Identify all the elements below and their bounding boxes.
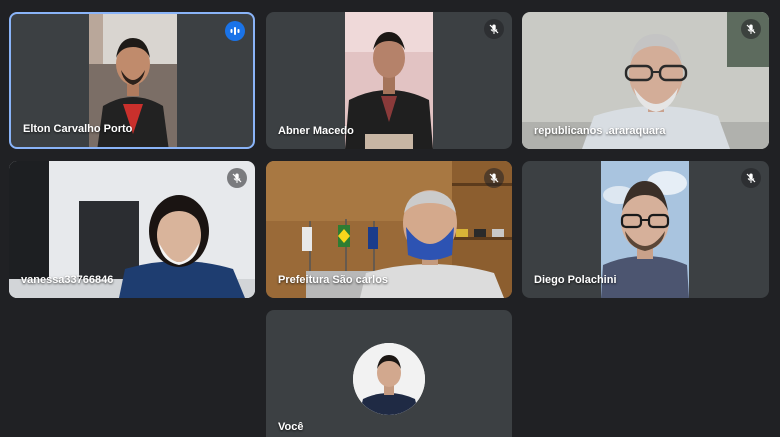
participant-tile-abner[interactable]: Abner Macedo: [266, 12, 512, 149]
participant-name: Você: [278, 421, 304, 433]
participant-tile-republicanos[interactable]: republicanos .araraquara: [522, 12, 769, 149]
participant-name: republicanos .araraquara: [534, 125, 666, 137]
speaking-indicator-icon: [225, 21, 245, 41]
video-feed: [345, 12, 433, 149]
mic-off-icon: [484, 168, 504, 188]
participant-tile-self[interactable]: Você: [266, 310, 512, 437]
participant-tile-prefeitura[interactable]: Prefeitura São carlos: [266, 161, 512, 298]
participant-name: Elton Carvalho Porto: [23, 123, 133, 135]
participant-tile-elton[interactable]: Elton Carvalho Porto: [9, 12, 255, 149]
participant-name: Prefeitura São carlos: [278, 274, 389, 286]
participant-name: vanessa33766846: [21, 274, 114, 286]
mic-off-icon: [741, 19, 761, 39]
mic-off-icon: [741, 168, 761, 188]
participant-name: Diego Polachini: [534, 274, 617, 286]
participant-name: Abner Macedo: [278, 125, 354, 137]
avatar: [353, 343, 425, 415]
mic-off-icon: [227, 168, 247, 188]
mic-off-icon: [484, 19, 504, 39]
participant-tile-diego[interactable]: Diego Polachini: [522, 161, 769, 298]
participant-tile-vanessa[interactable]: vanessa33766846: [9, 161, 255, 298]
